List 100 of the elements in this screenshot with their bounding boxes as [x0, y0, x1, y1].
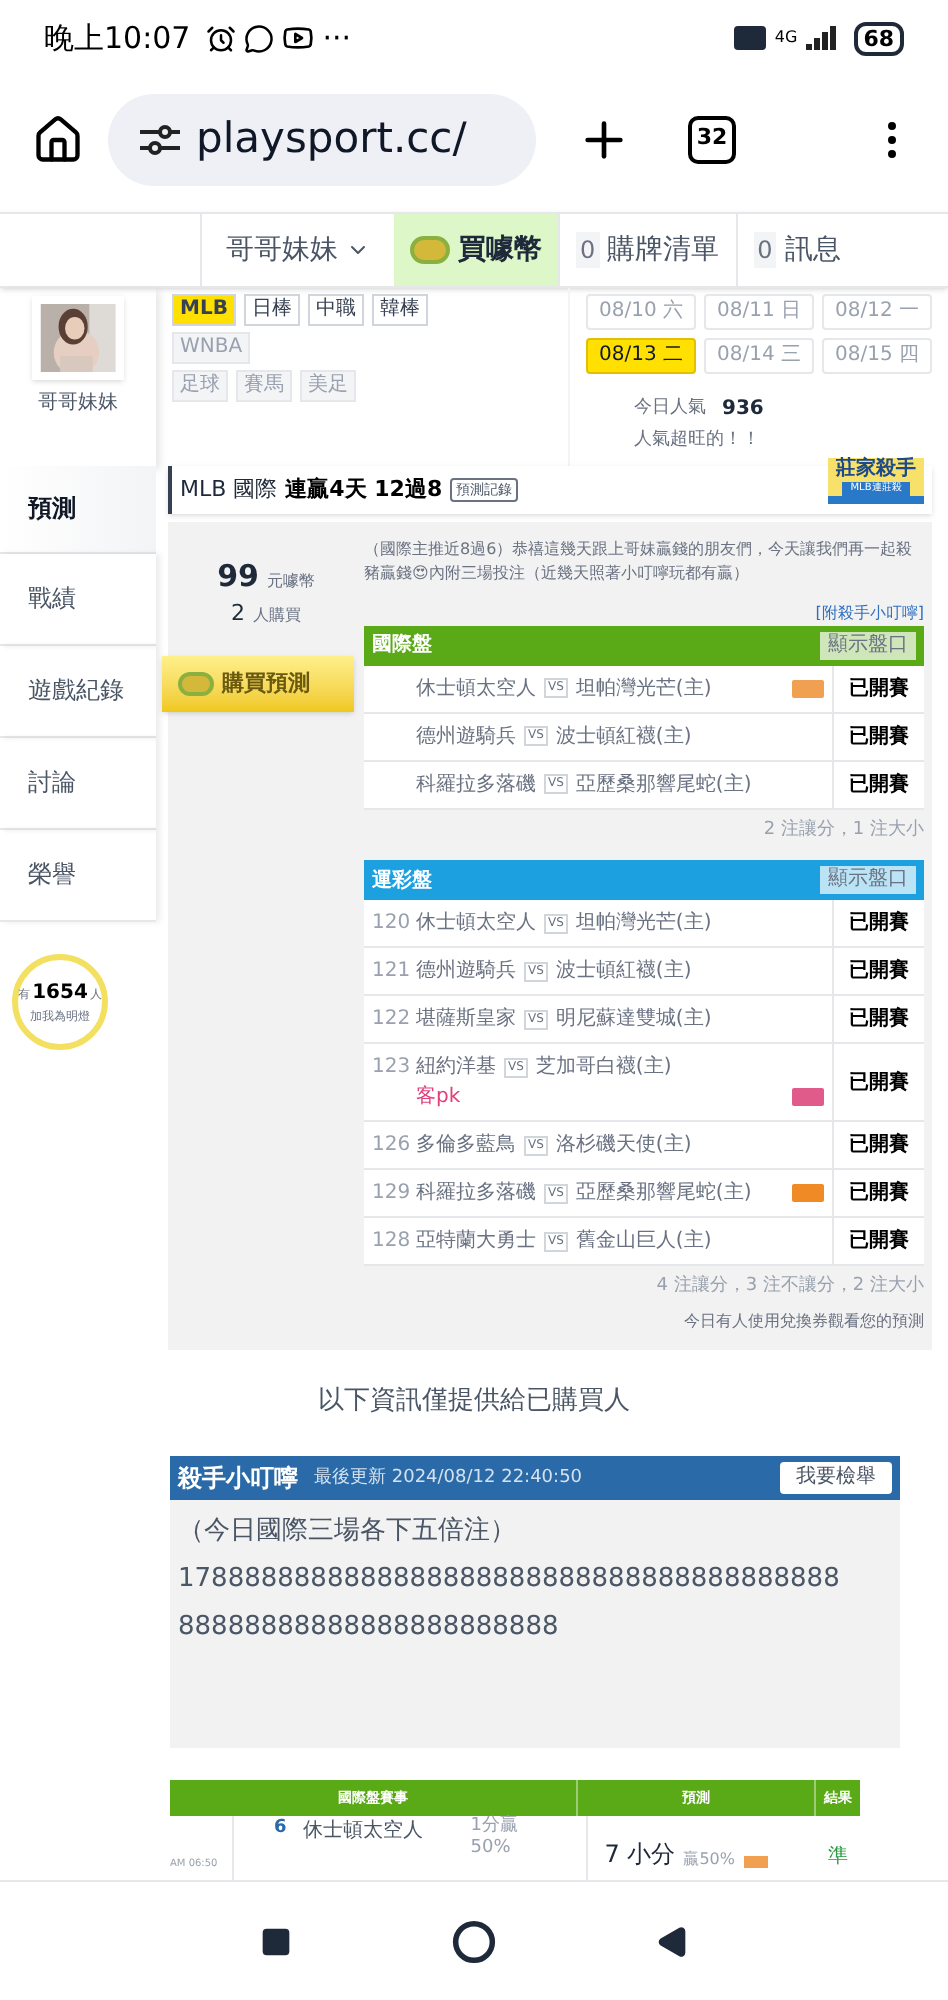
- alarm-icon: [206, 23, 237, 54]
- game-status: 已開賽: [849, 1226, 909, 1257]
- chat-icon: [244, 23, 275, 54]
- buyer-unit: 人購買: [253, 604, 301, 629]
- away-team: 多倫多藍鳥: [416, 1131, 516, 1161]
- tip-text: （今日國際三場各下五倍注） 1788888888888888888888888888888888888888 88888888888888888888888: [176, 1514, 842, 1647]
- game-number: 122: [372, 1006, 408, 1035]
- game-status: 已開賽: [849, 956, 909, 987]
- fans-count: 1654: [32, 979, 88, 1008]
- game-status: 已開賽: [849, 770, 909, 800]
- coupon-note: 今日有人使用兌換券觀看您的預測: [684, 1309, 924, 1334]
- streak: 連贏4天 12過8: [285, 473, 443, 506]
- game-number: 120: [372, 910, 408, 939]
- game-number: 6: [274, 1816, 287, 1843]
- updated-time: 最後更新 2024/08/12 22:40:50: [314, 1465, 583, 1492]
- prediction-title: MLB 國際: [180, 473, 278, 506]
- game-status: 已開賽: [849, 1068, 909, 1098]
- date-tab[interactable]: 08/13 二: [586, 338, 696, 375]
- popularity-label: 今日人氣: [634, 396, 706, 423]
- home-team: 波士頓紅襪(主): [555, 723, 692, 752]
- away-team: 科羅拉多落磯: [416, 1179, 536, 1209]
- cart-link[interactable]: 購牌清單: [607, 229, 720, 272]
- url-text: playsport.cc/: [196, 111, 467, 166]
- game-status: 已開賽: [849, 1178, 909, 1209]
- popularity-count: 936: [722, 396, 764, 425]
- tip-link[interactable]: [附殺手小叮嚀]: [815, 601, 924, 626]
- away-team: 亞特蘭大勇士: [416, 1227, 536, 1257]
- messages-link[interactable]: 訊息: [784, 229, 841, 272]
- recents-icon[interactable]: [260, 1925, 292, 1958]
- home-icon[interactable]: [32, 113, 84, 166]
- site-settings-icon[interactable]: [140, 123, 180, 156]
- bet-summary: 2 注讓分，1 注大小: [763, 817, 924, 844]
- buyer-count: 2: [231, 598, 245, 631]
- away-team: 休士頓太空人: [416, 675, 536, 704]
- away-team: 休士頓太空人: [416, 909, 536, 939]
- away-team: 堪薩斯皇家: [416, 1005, 516, 1035]
- buy-prediction-button[interactable]: 購買預測: [162, 655, 354, 712]
- home-team: 明尼蘇達雙城(主): [555, 1005, 712, 1035]
- sidebar-tab[interactable]: 戰績: [0, 553, 156, 646]
- game-number: 129: [372, 1180, 408, 1209]
- badge-title: 莊家殺手: [836, 458, 916, 481]
- tab-count[interactable]: 32: [688, 115, 736, 164]
- away-team: 紐約洋基: [416, 1053, 496, 1083]
- away-team: 科羅拉多落磯: [416, 771, 536, 800]
- game-status: 已開賽: [849, 674, 909, 704]
- address-bar[interactable]: playsport.cc/: [108, 93, 536, 186]
- away-team: 德州遊騎兵: [416, 723, 516, 752]
- game-number: 126: [372, 1132, 408, 1161]
- video-icon: [282, 22, 315, 55]
- sport-tab[interactable]: 日棒: [243, 294, 300, 327]
- cart-count: 0: [576, 232, 600, 269]
- home-team: 芝加哥白襪(主): [535, 1053, 672, 1083]
- home-team: 洛杉磯天使(主): [555, 1131, 692, 1161]
- table-title: 運彩盤: [372, 867, 432, 896]
- team-name: 休士頓太空人: [302, 1817, 425, 1847]
- message-count: 0: [753, 232, 777, 269]
- more-notifications: ···: [322, 17, 352, 60]
- home-team: 坦帕灣光芒(主): [575, 675, 712, 704]
- network-type: 4G: [774, 30, 798, 47]
- game-number: 121: [372, 958, 408, 987]
- profile-name: 哥哥妹妹: [38, 390, 118, 419]
- battery-level: 68: [853, 21, 904, 56]
- sport-tab[interactable]: MLB: [172, 294, 236, 327]
- buy-coins-button[interactable]: 買噱幣: [394, 213, 558, 287]
- signal-icon: [805, 26, 838, 51]
- pick-value: 7 小分: [604, 1838, 676, 1873]
- show-odds-button[interactable]: 顯示盤口: [820, 866, 916, 895]
- handicap-line: 1分贏: [470, 1816, 520, 1838]
- home-team: 亞歷桑那響尾蛇(主): [575, 771, 752, 800]
- tag-icon: [743, 1856, 767, 1869]
- report-button[interactable]: 我要檢舉: [780, 1462, 892, 1495]
- home-team: 坦帕灣光芒(主): [575, 909, 712, 939]
- game-status: 已開賽: [849, 722, 909, 752]
- sport-tab[interactable]: 韓棒: [371, 294, 428, 327]
- coin-icon: [178, 671, 214, 696]
- sidebar-tab[interactable]: 討論: [0, 737, 156, 830]
- home-icon[interactable]: [452, 1919, 496, 1964]
- sport-tab[interactable]: 中職: [307, 294, 364, 327]
- pick-percent: 贏50%: [683, 1848, 735, 1873]
- price-unit: 元噱幣: [266, 569, 315, 594]
- sidebar-tab[interactable]: 預測: [0, 465, 156, 554]
- home-team: 舊金山巨人(主): [575, 1227, 712, 1257]
- sidebar-tab[interactable]: 遊戲紀錄: [0, 645, 156, 738]
- show-odds-button[interactable]: 顯示盤口: [820, 631, 916, 660]
- pick-note: 客pk: [416, 1083, 461, 1113]
- game-number: 123: [372, 1054, 408, 1083]
- home-team: 亞歷桑那響尾蛇(主): [575, 1179, 752, 1209]
- back-icon[interactable]: [656, 1925, 688, 1958]
- price: 99: [217, 555, 259, 598]
- game-status: 已開賽: [849, 1130, 909, 1161]
- description: （國際主推近8過6）恭禧這幾天跟上哥妹贏錢的朋友們，今天讓我們再一起殺豬贏錢😍內附三場投注（近幾天照著小叮嚀玩都有贏）: [364, 537, 915, 586]
- coin-icon: [410, 236, 450, 265]
- game-number: 128: [372, 1228, 408, 1257]
- sidebar-tab[interactable]: 榮譽: [0, 829, 156, 922]
- handicap-percent: 50%: [470, 1838, 513, 1861]
- table-title: 國際盤: [372, 631, 432, 661]
- game-status: 已開賽: [849, 908, 909, 939]
- clock: 晚上10:07: [44, 17, 191, 60]
- home-team: 波士頓紅襪(主): [555, 957, 692, 987]
- popularity-note: 人氣超旺的！！: [632, 428, 762, 455]
